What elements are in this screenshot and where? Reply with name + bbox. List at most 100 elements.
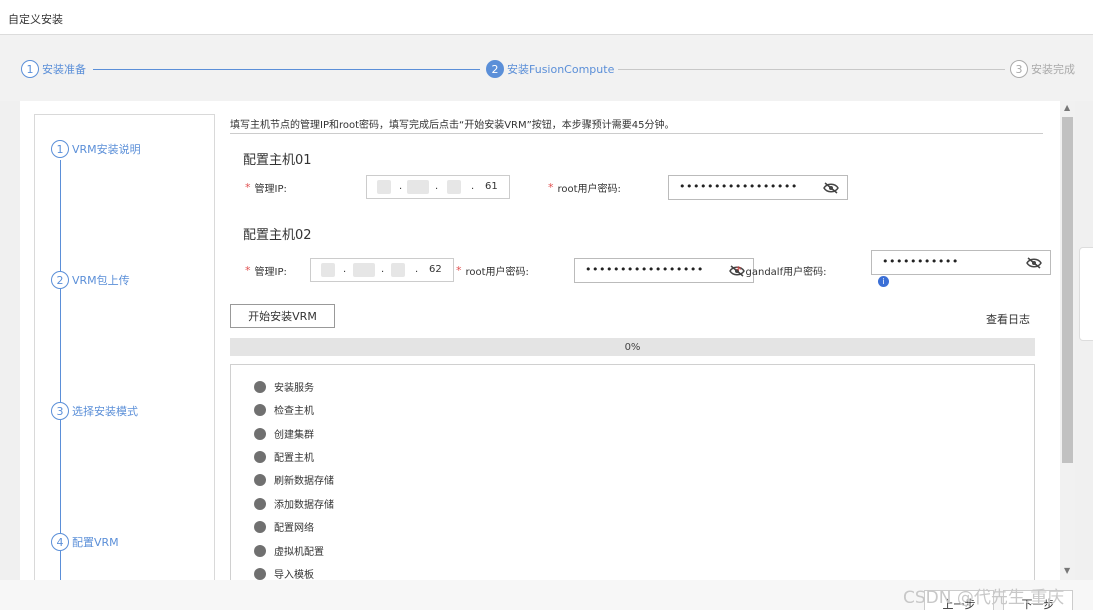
substep-label: VRM包上传 xyxy=(72,274,130,287)
task-item: 配置网络 xyxy=(254,519,314,534)
install-stepper: 1 安装准备 2 安装FusionCompute 3 安装完成 xyxy=(0,35,1093,101)
step-complete: 3 安装完成 xyxy=(1010,60,1075,78)
required-mark: * xyxy=(456,264,462,277)
substep-vrm-instructions[interactable]: 1 VRM安装说明 xyxy=(51,140,143,158)
task-status-dot xyxy=(254,544,266,557)
title-bar: 自定义安装 xyxy=(0,0,1093,35)
task-item: 添加数据存储 xyxy=(254,496,334,511)
host2-mgmt-ip-label: * 管理IP: xyxy=(245,263,287,278)
required-mark: * xyxy=(548,181,554,194)
info-icon[interactable]: i xyxy=(878,276,889,287)
task-status-dot xyxy=(254,497,266,510)
password-value: ••••••••••••••••• xyxy=(679,180,798,193)
host2-ip-input[interactable]: . . . 62 xyxy=(310,258,454,282)
host1-title: 配置主机01 xyxy=(243,153,312,168)
content-panel: 1 VRM安装说明 2 VRM包上传 3 选择安装模式 4 配置VRM 填写主机… xyxy=(20,101,1060,580)
masked-octet xyxy=(377,180,391,194)
step-number: 2 xyxy=(486,60,504,78)
host1-mgmt-ip-label: * 管理IP: xyxy=(245,180,287,195)
task-item: 检查主机 xyxy=(254,402,314,417)
install-progress-bar: 0% xyxy=(230,338,1035,356)
side-floating-panel[interactable] xyxy=(1079,247,1093,341)
masked-octet xyxy=(447,180,461,194)
watermark: CSDN @代先生.重庆 xyxy=(903,588,1065,608)
label-text: root用户密码: xyxy=(465,267,529,278)
label-text: root用户密码: xyxy=(557,184,621,195)
password-value: ••••••••••••••••• xyxy=(585,263,704,276)
start-install-vrm-button[interactable]: 开始安装VRM xyxy=(230,304,335,328)
required-mark: * xyxy=(245,181,251,194)
task-item: 安装服务 xyxy=(254,379,314,394)
task-label: 导入模板 xyxy=(274,570,314,580)
task-label: 检查主机 xyxy=(274,406,314,417)
ip-separator: . xyxy=(399,181,403,192)
task-label: 配置主机 xyxy=(274,453,314,464)
substep-number: 1 xyxy=(51,140,69,158)
substep-number: 4 xyxy=(51,533,69,551)
masked-octet xyxy=(321,263,335,277)
eye-slash-icon[interactable] xyxy=(823,182,839,194)
password-value: ••••••••••• xyxy=(882,255,959,268)
task-status-dot xyxy=(254,450,266,463)
step-number: 3 xyxy=(1010,60,1028,78)
task-status-dot xyxy=(254,427,266,440)
task-status-dot xyxy=(254,403,266,416)
host1-ip-input[interactable]: . . . 61 xyxy=(366,175,510,199)
host1-root-password-input[interactable]: ••••••••••••••••• xyxy=(668,175,848,200)
task-list: 安装服务 检查主机 创建集群 配置主机 刷新数据存储 添加数据存储 配置网络 虚… xyxy=(230,364,1035,580)
label-text: gandalf用户密码: xyxy=(745,267,827,278)
substep-configure-vrm[interactable]: 4 配置VRM xyxy=(51,533,121,551)
progress-text: 0% xyxy=(624,341,641,353)
ip-octet: 61 xyxy=(485,181,498,192)
ip-octet: 62 xyxy=(429,264,442,275)
view-log-link[interactable]: 查看日志 xyxy=(986,311,1030,327)
scroll-up-icon[interactable]: ▲ xyxy=(1064,103,1070,112)
required-mark: * xyxy=(245,264,251,277)
task-item: 导入模板 xyxy=(254,566,314,580)
task-status-dot xyxy=(254,520,266,533)
task-item: 虚拟机配置 xyxy=(254,543,324,558)
scroll-down-icon[interactable]: ▼ xyxy=(1064,566,1070,575)
masked-octet xyxy=(391,263,405,277)
ip-separator: . xyxy=(343,264,347,275)
task-label: 添加数据存储 xyxy=(274,500,334,511)
task-item: 配置主机 xyxy=(254,449,314,464)
step-label: 安装准备 xyxy=(42,63,86,76)
task-label: 虚拟机配置 xyxy=(274,547,324,558)
task-item: 创建集群 xyxy=(254,426,314,441)
step-label: 安装FusionCompute xyxy=(507,63,615,76)
task-item: 刷新数据存储 xyxy=(254,472,334,487)
required-mark: * xyxy=(736,264,742,277)
ip-separator: . xyxy=(435,181,439,192)
substep-install-mode[interactable]: 3 选择安装模式 xyxy=(51,402,140,420)
step-connector xyxy=(93,69,480,70)
ip-separator: . xyxy=(381,264,385,275)
substep-line xyxy=(60,160,61,580)
step-prepare: 1 安装准备 xyxy=(21,60,86,78)
host2-gandalf-password-input[interactable]: ••••••••••• xyxy=(871,250,1051,275)
masked-octet xyxy=(407,180,429,194)
substep-label: 配置VRM xyxy=(72,536,119,549)
host2-gandalf-pw-label: * gandalf用户密码: xyxy=(736,263,826,278)
substep-label: VRM安装说明 xyxy=(72,143,141,156)
ip-separator: . xyxy=(415,264,419,275)
substep-label: 选择安装模式 xyxy=(72,405,138,418)
step-install-fusioncompute: 2 安装FusionCompute xyxy=(486,60,614,78)
window-title: 自定义安装 xyxy=(8,13,63,26)
task-status-dot xyxy=(254,380,266,393)
instruction-text: 填写主机节点的管理IP和root密码，填写完成后点击“开始安装VRM”按钮，本步… xyxy=(230,120,675,131)
scroll-thumb[interactable] xyxy=(1062,117,1073,463)
task-label: 刷新数据存储 xyxy=(274,476,334,487)
step-connector xyxy=(618,69,1005,70)
host2-title: 配置主机02 xyxy=(243,228,312,243)
divider xyxy=(230,133,1043,134)
substep-vrm-upload[interactable]: 2 VRM包上传 xyxy=(51,271,132,289)
content-scrollbar[interactable]: ▲ ▼ xyxy=(1060,101,1075,580)
host2-root-password-input[interactable]: ••••••••••••••••• xyxy=(574,258,754,283)
eye-slash-icon[interactable] xyxy=(1026,257,1042,269)
task-status-dot xyxy=(254,473,266,486)
substep-number: 3 xyxy=(51,402,69,420)
host1-root-pw-label: * root用户密码: xyxy=(548,180,621,195)
step-number: 1 xyxy=(21,60,39,78)
host2-root-pw-label: * root用户密码: xyxy=(456,263,529,278)
